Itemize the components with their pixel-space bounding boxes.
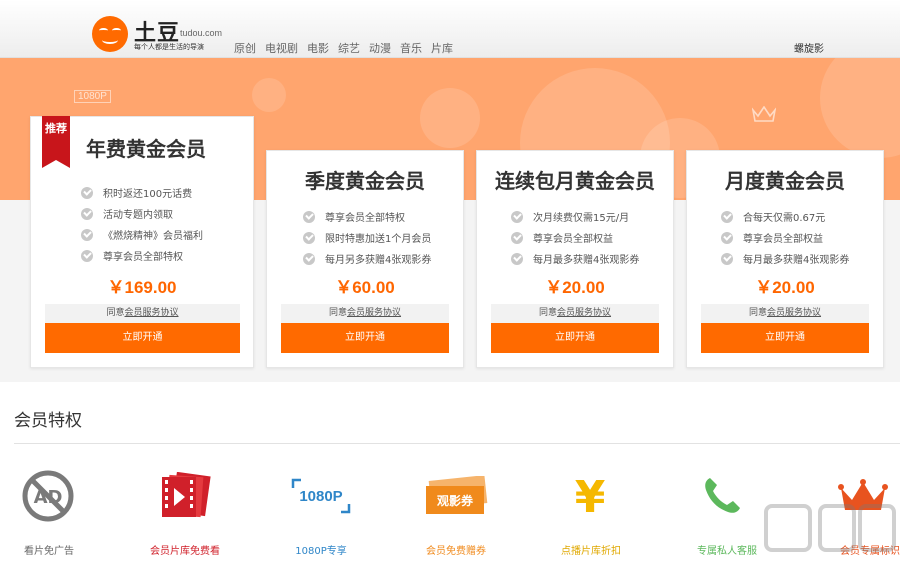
agreement-row: 同意会员服务协议 (45, 304, 240, 323)
nav-item-variety[interactable]: 综艺 (338, 40, 360, 56)
plan-feature: 尊享会员全部权益 (721, 230, 823, 245)
check-icon (303, 231, 315, 244)
check-icon (721, 252, 733, 265)
ticket-icon: 观影券 (426, 476, 488, 514)
service-agreement-link[interactable]: 会员服务协议 (125, 308, 179, 318)
plan-feature: 尊享会员全部特权 (81, 248, 183, 263)
privilege-label-film-library: 会员片库免费看 (150, 546, 220, 557)
section-divider (14, 443, 900, 444)
phone-icon (705, 478, 740, 513)
plan-price: ￥20.00 (545, 278, 605, 297)
plan-price: ￥60.00 (335, 278, 395, 297)
watermark-logo (764, 504, 896, 552)
plan-feature: 积时返还100元话费 (81, 185, 192, 200)
yuan-discount-icon: ¥ (575, 472, 606, 518)
plan-card-continuous-monthly: 连续包月黄金会员 次月续费仅需15元/月 尊享会员全部权益 每月最多获赠4张观影… (476, 150, 674, 368)
check-icon (511, 231, 523, 244)
plan-feature: 次月续费仅需15元/月 (511, 209, 629, 224)
check-icon (721, 210, 733, 223)
svg-text:观影券: 观影券 (437, 493, 474, 508)
subscribe-button-continuous-monthly[interactable]: 立即开通 (491, 323, 659, 353)
service-agreement-link[interactable]: 会员服务协议 (557, 308, 611, 318)
plan-title: 月度黄金会员 (725, 169, 845, 193)
check-icon (81, 249, 93, 262)
banner-bubble (420, 88, 480, 148)
plan-feature: 活动专题内领取 (81, 206, 173, 221)
service-agreement-link[interactable]: 会员服务协议 (767, 308, 821, 318)
agreement-row: 同意会员服务协议 (491, 304, 659, 323)
plan-feature: 尊享会员全部权益 (511, 230, 613, 245)
privilege-label-no-ad: 看片免广告 (24, 546, 74, 557)
banner-bubble (820, 58, 900, 158)
nav-item-anime[interactable]: 动漫 (369, 40, 391, 56)
user-link[interactable]: 螺旋影 (794, 40, 824, 55)
privilege-label-discount: 点播片库折扣 (561, 546, 621, 557)
check-icon (81, 186, 93, 199)
nav-item-tv-series[interactable]: 电视剧 (265, 40, 298, 56)
film-library-icon (162, 472, 211, 518)
service-agreement-link[interactable]: 会员服务协议 (347, 308, 401, 318)
plan-title: 连续包月黄金会员 (495, 169, 655, 193)
nav-item-music[interactable]: 音乐 (400, 40, 422, 56)
svg-text:¥: ¥ (575, 472, 606, 518)
subscribe-button-monthly[interactable]: 立即开通 (701, 323, 869, 353)
no-ad-icon: AD (22, 470, 74, 522)
privilege-label-ticket: 会员免费赠券 (426, 546, 486, 557)
privilege-label-1080p: 1080P专享 (295, 546, 347, 557)
check-icon (511, 210, 523, 223)
plan-card-monthly: 月度黄金会员 合每天仅需0.67元 尊享会员全部权益 每月最多获赠4张观影券 ￥… (686, 150, 884, 368)
plan-feature: 限时特惠加送1个月会员 (303, 230, 431, 245)
crown-deco-icon (752, 106, 776, 122)
logo-slogan: 每个人都是生活的导演 (134, 43, 204, 51)
nav-item-library[interactable]: 片库 (431, 40, 453, 56)
subscribe-button-quarterly[interactable]: 立即开通 (281, 323, 449, 353)
recommend-ribbon: 推荐 (42, 116, 70, 168)
plan-title: 季度黄金会员 (305, 169, 425, 193)
plan-card-quarterly: 季度黄金会员 尊享会员全部特权 限时特惠加送1个月会员 每月另多获赠4张观影券 … (266, 150, 464, 368)
plan-price: ￥169.00 (107, 278, 177, 297)
plan-feature: 每月最多获赠4张观影券 (721, 251, 849, 266)
top-header: 土豆 tudou.com 每个人都是生活的导演 原创 电视剧 电影 综艺 动漫 … (0, 0, 900, 58)
check-icon (303, 252, 315, 265)
check-icon (721, 231, 733, 244)
check-icon (81, 228, 93, 241)
plan-feature: 《燃烧精神》会员福利 (81, 227, 203, 242)
logo-domain: tudou.com (180, 28, 223, 38)
nav-item-movies[interactable]: 电影 (307, 40, 329, 56)
plan-price: ￥20.00 (755, 278, 815, 297)
hd-badge-deco: 1080P (74, 90, 111, 103)
plan-feature: 合每天仅需0.67元 (721, 209, 825, 224)
subscribe-button-annual[interactable]: 立即开通 (45, 323, 240, 353)
1080p-icon: 1080P (291, 478, 351, 514)
check-icon (81, 207, 93, 220)
privileges-title: 会员特权 (14, 411, 82, 431)
check-icon (511, 252, 523, 265)
svg-text:AD: AD (34, 487, 63, 508)
plan-feature: 每月另多获赠4张观影券 (303, 251, 431, 266)
main-nav: 原创 电视剧 电影 综艺 动漫 音乐 片库 (234, 40, 453, 56)
plan-feature: 每月最多获赠4张观影券 (511, 251, 639, 266)
agreement-row: 同意会员服务协议 (701, 304, 869, 323)
tudou-logo-icon[interactable] (92, 16, 128, 52)
svg-text:1080P: 1080P (299, 488, 342, 505)
banner-bubble (252, 78, 286, 112)
nav-item-original[interactable]: 原创 (234, 40, 256, 56)
plan-feature: 尊享会员全部特权 (303, 209, 405, 224)
agreement-row: 同意会员服务协议 (281, 304, 449, 323)
check-icon (303, 210, 315, 223)
membership-page: 土豆 tudou.com 每个人都是生活的导演 原创 电视剧 电影 综艺 动漫 … (0, 0, 900, 563)
